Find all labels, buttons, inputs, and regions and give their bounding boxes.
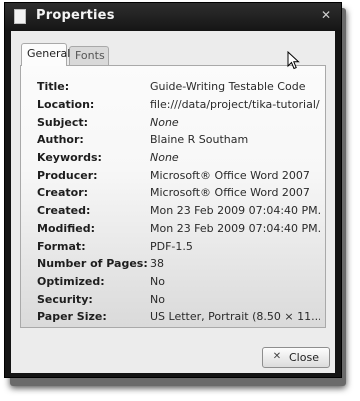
property-label: Optimized: xyxy=(37,275,105,288)
property-row-paper-size: Paper Size: US Letter, Portrait (8.50 × … xyxy=(21,310,325,327)
close-x-icon: ✕ xyxy=(272,351,282,362)
document-icon xyxy=(14,9,26,24)
mouse-pointer-icon xyxy=(287,51,300,70)
tab-fonts[interactable]: Fonts xyxy=(69,46,109,65)
property-label: Title: xyxy=(37,80,70,93)
title-bar[interactable]: Properties ✕ xyxy=(5,3,341,30)
property-value: Blaine R Southam xyxy=(150,133,249,146)
property-row-modified: Modified: Mon 23 Feb 2009 07:04:40 PM... xyxy=(21,222,325,239)
property-value: PDF-1.5 xyxy=(150,240,193,253)
property-value: Microsoft® Office Word 2007 xyxy=(150,169,310,182)
property-label: Producer: xyxy=(37,169,98,182)
property-value: None xyxy=(150,151,179,164)
close-button[interactable]: ✕ Close xyxy=(262,347,330,368)
property-label: Subject: xyxy=(37,116,89,129)
property-row-producer: Producer: Microsoft® Office Word 2007 xyxy=(21,169,325,186)
window-close-icon[interactable]: ✕ xyxy=(319,8,333,22)
general-panel: Title: Guide-Writing Testable Code Locat… xyxy=(20,65,326,328)
property-label: Format: xyxy=(37,240,86,253)
property-row-location: Location: file:///data/project/tika-tuto… xyxy=(21,98,325,115)
property-label: Author: xyxy=(37,133,84,146)
property-label: Number of Pages: xyxy=(37,257,148,270)
property-value: No xyxy=(150,275,165,288)
property-row-title: Title: Guide-Writing Testable Code xyxy=(21,80,325,97)
property-label: Paper Size: xyxy=(37,310,107,323)
property-value: None xyxy=(150,116,179,129)
property-value: US Letter, Portrait (8.50 × 11.... xyxy=(150,310,320,323)
property-value: Mon 23 Feb 2009 07:04:40 PM... xyxy=(150,204,320,217)
property-label: Creator: xyxy=(37,186,89,199)
property-label: Keywords: xyxy=(37,151,102,164)
property-row-author: Author: Blaine R Southam xyxy=(21,133,325,150)
property-value: No xyxy=(150,293,165,306)
property-row-format: Format: PDF-1.5 xyxy=(21,240,325,257)
property-row-security: Security: No xyxy=(21,293,325,310)
property-label: Modified: xyxy=(37,222,96,235)
property-row-pages: Number of Pages: 38 xyxy=(21,257,325,274)
property-row-optimized: Optimized: No xyxy=(21,275,325,292)
window-title: Properties xyxy=(36,8,115,23)
property-row-creator: Creator: Microsoft® Office Word 2007 xyxy=(21,186,325,203)
property-value[interactable]: file:///data/project/tika-tutorial/... xyxy=(150,98,320,111)
close-button-label: Close xyxy=(289,351,319,364)
property-row-subject: Subject: None xyxy=(21,116,325,133)
property-value: Mon 23 Feb 2009 07:04:40 PM... xyxy=(150,222,320,235)
property-value: 38 xyxy=(150,257,164,270)
property-label: Location: xyxy=(37,98,95,111)
dialog-body: General Fonts Title: Guide-Writing Testa… xyxy=(11,31,335,373)
property-row-keywords: Keywords: None xyxy=(21,151,325,168)
tab-general[interactable]: General xyxy=(21,43,70,66)
property-label: Security: xyxy=(37,293,93,306)
property-label: Created: xyxy=(37,204,91,217)
property-value: Microsoft® Office Word 2007 xyxy=(150,186,310,199)
property-row-created: Created: Mon 23 Feb 2009 07:04:40 PM... xyxy=(21,204,325,221)
property-value: Guide-Writing Testable Code xyxy=(150,80,306,93)
